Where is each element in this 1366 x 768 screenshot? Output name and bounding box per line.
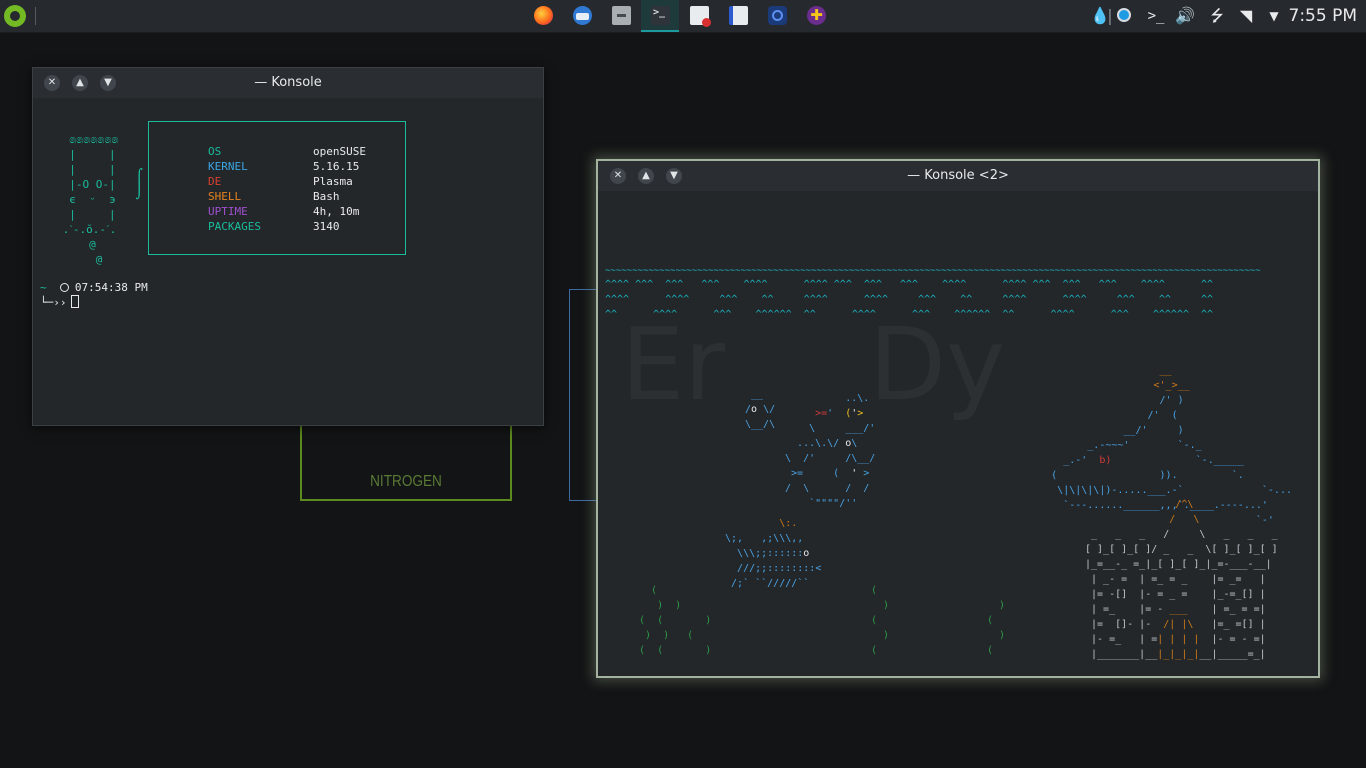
ascii-seaweed-1: ( ) ) ( ( ) ) ) ( ( ( ) <box>639 585 712 656</box>
top-panel: ✚ 💧 | >_ 🔊 ⭍ ◥ ▼ 7:55 PM <box>0 0 1366 33</box>
file-manager-icon <box>612 6 631 25</box>
prompt-time: 07:54:38 PM <box>74 281 148 294</box>
terminal-area-1[interactable]: ෧෧෧෧෧෧෧ | | | | |-O O-| ϵ ᵕ э | | .ˋ-.ŏ.… <box>34 98 542 424</box>
clock-icon <box>59 283 69 292</box>
firefox-icon <box>534 6 553 25</box>
info-value: 4h, 10m <box>313 205 360 218</box>
thunderbird-icon <box>573 6 592 25</box>
info-value: 5.16.15 <box>313 160 360 173</box>
window-title: — Konsole <2> <box>907 168 1009 183</box>
ascii-fish-gold: \:. \;, ,;\\\,, \\\;;::::::o ///;;::::::… <box>719 518 822 589</box>
tray-divider: | <box>1107 6 1113 25</box>
ghost-text-right: Dy <box>869 306 1006 423</box>
info-value: 3140 <box>313 220 340 233</box>
info-key: PACKAGES <box>208 220 261 233</box>
prompt-line-1: ~ 07:54:38 PM <box>40 280 148 295</box>
task-document-viewer[interactable] <box>680 0 718 32</box>
waves-row-3: ^^ ^^^^ ^^^ ^^^^^^ ^^ ^^^^ ^^^ ^^^^^^ ^^… <box>605 309 1214 320</box>
droplet-icon[interactable]: 💧 <box>1090 0 1110 32</box>
info-value: openSUSE <box>313 145 366 158</box>
text-cursor <box>70 295 79 308</box>
terminal-area-2[interactable]: Er Dy ~~~~~~~~~~~~~~~~~~~~~~~~~~~~~~~~~~… <box>599 191 1317 675</box>
terminal-tray-icon[interactable]: >_ <box>1146 0 1166 32</box>
waves-row-1: ^^^^ ^^^ ^^^ ^^^ ^^^^ ^^^^ ^^^ ^^^ ^^^ ^… <box>605 279 1214 290</box>
info-key: SHELL <box>208 190 242 203</box>
prompt-symbol: └─›› <box>40 296 67 309</box>
ascii-castle: /^\ / \ _ _ _ / \ _ _ _ [ ]_[ ]_[ ]/ _ _… <box>1085 499 1278 660</box>
volume-icon[interactable]: 🔊 <box>1175 0 1195 32</box>
system-info-box: OS openSUSE KERNEL 5.16.15 DE Plasma SHELL Bash… <box>148 121 406 255</box>
konsole-1-titlebar[interactable]: ✕ ▲ ▼ — Konsole <box>33 68 543 98</box>
panel-separator <box>35 7 36 25</box>
info-key: DE <box>208 175 222 188</box>
ascii-seaweed-2: ( ) ( ) ( <box>871 585 890 656</box>
status-circle-icon[interactable] <box>1117 8 1131 22</box>
window-title: — Konsole <box>254 75 322 90</box>
info-value: Plasma <box>313 175 353 188</box>
konsole-2-titlebar[interactable]: ✕ ▲ ▼ — Konsole <2> <box>598 161 1318 191</box>
task-network-app[interactable] <box>758 0 796 32</box>
nitrogen-label: NITROGEN <box>370 473 442 490</box>
konsole-icon <box>651 6 670 25</box>
network-app-icon <box>768 6 787 25</box>
task-thunderbird[interactable] <box>563 0 601 32</box>
task-help[interactable]: ✚ <box>797 0 835 32</box>
info-key: KERNEL <box>208 160 248 173</box>
application-launcher-icon[interactable] <box>4 5 26 27</box>
task-text-editor[interactable] <box>719 0 757 32</box>
prompt-dir: ~ <box>40 281 47 294</box>
ascii-fish-small: __ /o \/ \__/\ <box>745 389 776 430</box>
ghost-text-left: Er <box>621 306 726 423</box>
info-key: OS <box>208 145 222 158</box>
water-surface: ~~~~~~~~~~~~~~~~~~~~~~~~~~~~~~~~~~~~~~~~… <box>605 266 1261 276</box>
wifi-icon[interactable]: ◥ <box>1234 0 1258 32</box>
ascii-logo: ෧෧෧෧෧෧෧ | | | | |-O O-| ϵ ᵕ э | | .ˋ-.ŏ.… <box>62 133 119 266</box>
task-file-manager[interactable] <box>602 0 640 32</box>
ascii-fish-big: ..\. >=' ('> \ ___/' ...\.\/ o\ \ /' /\_… <box>785 393 876 509</box>
help-icon: ✚ <box>807 6 826 25</box>
usb-icon[interactable]: ⭍ <box>1207 0 1227 32</box>
info-key: UPTIME <box>208 205 248 218</box>
task-konsole[interactable] <box>641 0 679 32</box>
konsole-window-2[interactable]: ✕ ▲ ▼ — Konsole <2> Er Dy ~~~~~~~~~~~~~~… <box>596 159 1320 678</box>
task-firefox[interactable] <box>524 0 562 32</box>
clock[interactable]: 7:55 PM <box>1289 0 1358 32</box>
document-viewer-icon <box>690 6 711 27</box>
info-value: Bash <box>313 190 340 203</box>
text-editor-icon <box>729 6 748 25</box>
waves-row-2: ^^^^ ^^^^ ^^^ ^^ ^^^^ ^^^^ ^^^ ^^ ^^^^ ^… <box>605 294 1214 305</box>
ascii-seaweed-3: ) ( ) ( <box>987 600 1006 656</box>
chevron-down-icon[interactable]: ▼ <box>1265 0 1283 32</box>
konsole-window-1[interactable]: ✕ ▲ ▼ — Konsole ෧෧෧෧෧෧෧ | | | | |-O O-| … <box>32 67 544 426</box>
prompt-line-2: └─›› <box>40 295 79 310</box>
logo-connector: ⌠ ⌡ <box>135 169 144 200</box>
